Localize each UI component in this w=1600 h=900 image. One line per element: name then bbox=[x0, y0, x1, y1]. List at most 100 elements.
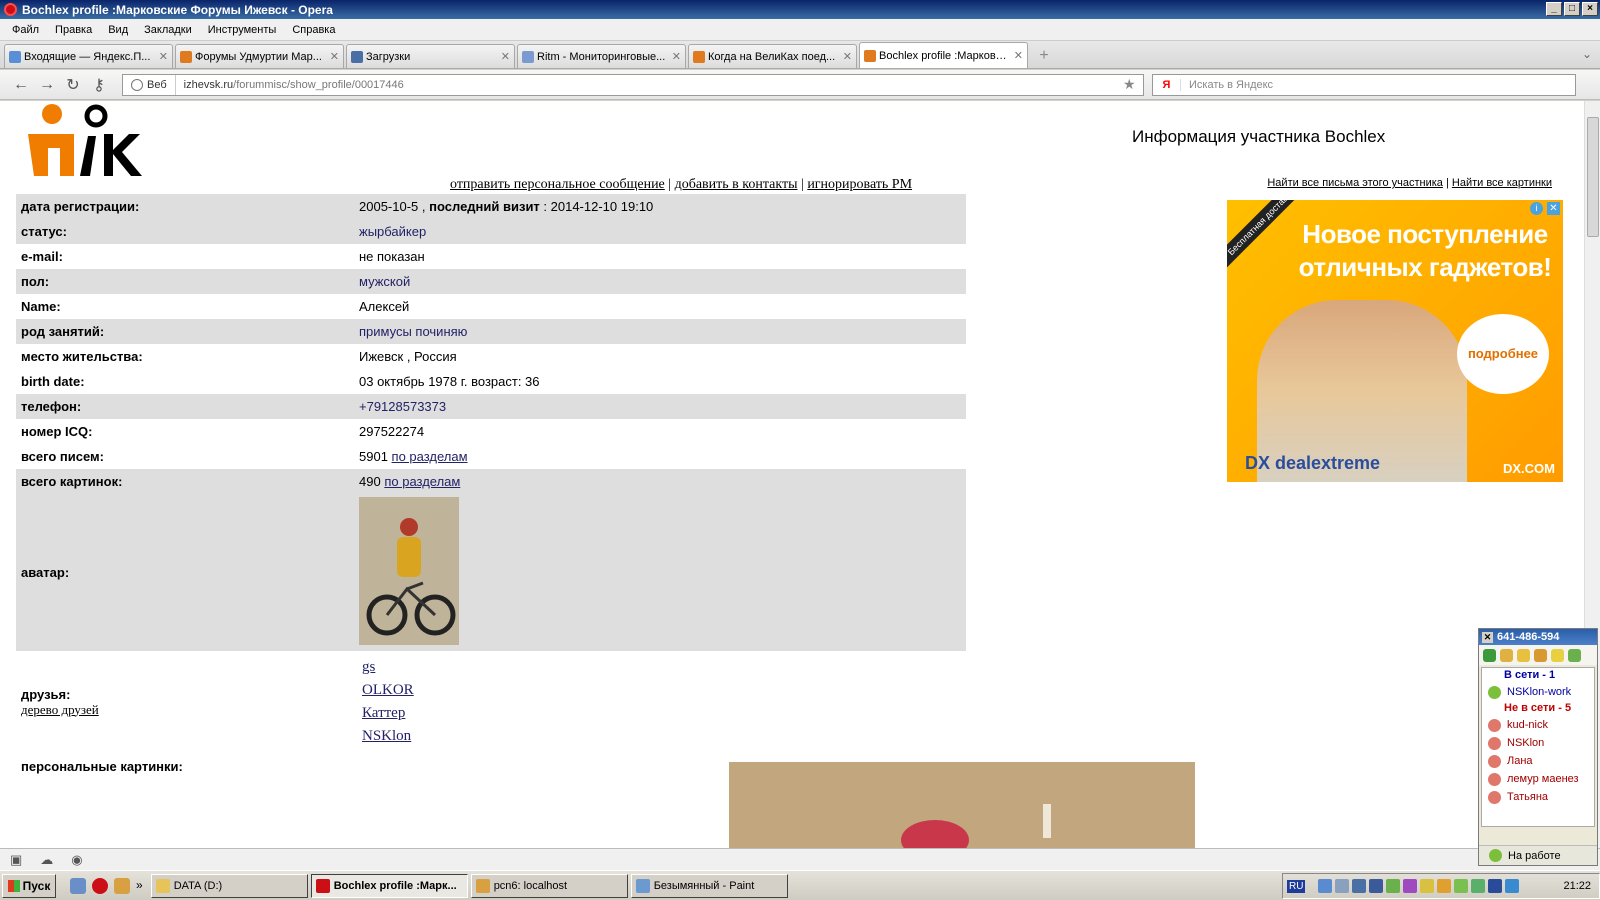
more-chevron-icon[interactable]: » bbox=[136, 878, 143, 894]
personal-photo[interactable] bbox=[729, 762, 1195, 848]
ignore-pm-link[interactable]: игнорировать PM bbox=[807, 177, 912, 192]
maximize-button[interactable]: □ bbox=[1564, 2, 1580, 16]
icq-tray-icon[interactable] bbox=[1386, 879, 1401, 893]
language-indicator[interactable]: RU bbox=[1287, 879, 1306, 893]
find-all-images-link[interactable]: Найти все картинки bbox=[1452, 177, 1552, 189]
list-item[interactable]: NSKlon-work bbox=[1482, 683, 1594, 701]
tab-downloads[interactable]: Загрузки ✕ bbox=[346, 44, 515, 68]
tab-close-icon[interactable]: ✕ bbox=[672, 50, 681, 63]
task-data-drive[interactable]: DATA (D:) bbox=[150, 873, 308, 898]
ad-close-icon[interactable]: ✕ bbox=[1547, 202, 1560, 215]
tray-app-icon[interactable] bbox=[1352, 879, 1367, 893]
icq-status-selector[interactable]: На работе bbox=[1479, 845, 1597, 865]
list-item[interactable]: NSKlon bbox=[1482, 734, 1594, 752]
tray-app-icon[interactable] bbox=[1488, 879, 1503, 893]
tab-close-icon[interactable]: ✕ bbox=[843, 50, 852, 63]
list-item[interactable]: Татьяна bbox=[1482, 788, 1594, 806]
key-icon[interactable]: ⚷ bbox=[86, 75, 112, 95]
icq-search-icon[interactable] bbox=[1500, 648, 1513, 662]
posts-by-section-link[interactable]: по разделам bbox=[392, 449, 468, 464]
friend-link-olkor[interactable]: OLKOR bbox=[362, 679, 961, 702]
task-opera[interactable]: Bochlex profile :Марк... bbox=[310, 873, 468, 898]
tab-ritm[interactable]: Ritm - Мониторинговые... ✕ bbox=[517, 44, 686, 68]
opera-quick-icon[interactable] bbox=[92, 877, 108, 894]
tray-app-icon[interactable] bbox=[1335, 879, 1350, 893]
site-info-label: Веб bbox=[147, 78, 167, 91]
tab-bochlex-profile[interactable]: Bochlex profile :Марковс... ✕ bbox=[859, 42, 1028, 68]
friend-link-gs[interactable]: gs bbox=[362, 656, 961, 679]
bookmark-star-icon[interactable]: ★ bbox=[1123, 76, 1143, 93]
close-window-button[interactable]: × bbox=[1582, 2, 1598, 16]
turbo-icon[interactable]: ◉ bbox=[71, 852, 82, 868]
url-text[interactable]: izhevsk.ru/forummisc/show_profile/000174… bbox=[176, 79, 1123, 91]
new-tab-button[interactable]: + bbox=[1034, 46, 1054, 66]
table-row: место жительства: Ижевск , Россия bbox=[16, 344, 966, 369]
menu-bookmarks[interactable]: Закладки bbox=[136, 24, 200, 36]
yandex-icon[interactable]: Я bbox=[1153, 78, 1181, 91]
pics-label: всего картинок: bbox=[16, 469, 354, 494]
ad-banner[interactable]: Бесплатная доставка Новое поступление от… bbox=[1227, 200, 1563, 482]
list-item[interactable]: лемур маенез bbox=[1482, 770, 1594, 788]
panel-toggle-icon[interactable]: ▣ bbox=[10, 852, 22, 868]
icq-menu-icon[interactable] bbox=[1483, 648, 1496, 662]
tray-app-icon[interactable] bbox=[1403, 879, 1418, 893]
tray-app-icon[interactable] bbox=[1369, 879, 1384, 893]
ad-more-button[interactable]: подробнее bbox=[1457, 314, 1549, 394]
list-item[interactable]: kud-nick bbox=[1482, 716, 1594, 734]
friends-tree-link[interactable]: дерево друзей bbox=[21, 702, 349, 718]
tab-yandex-mail[interactable]: Входящие — Яндекс.П... ✕ bbox=[4, 44, 173, 68]
tab-close-icon[interactable]: ✕ bbox=[1014, 49, 1023, 62]
menu-help[interactable]: Справка bbox=[284, 24, 343, 36]
ad-info-icon[interactable]: i bbox=[1530, 202, 1543, 215]
menu-tools[interactable]: Инструменты bbox=[200, 24, 285, 36]
pics-by-section-link[interactable]: по разделам bbox=[384, 474, 460, 489]
tray-app-icon[interactable] bbox=[1454, 879, 1469, 893]
icq-settings-icon[interactable] bbox=[1568, 648, 1581, 662]
scrollbar-thumb[interactable] bbox=[1587, 117, 1599, 237]
minimize-button[interactable]: _ bbox=[1546, 2, 1562, 16]
send-pm-link[interactable]: отправить персональное сообщение bbox=[450, 177, 665, 192]
list-item[interactable]: Лана bbox=[1482, 752, 1594, 770]
show-desktop-icon[interactable] bbox=[70, 877, 86, 894]
find-links: Найти все письма этого участника | Найти… bbox=[1267, 177, 1552, 189]
network-icon[interactable] bbox=[1318, 879, 1333, 893]
avatar[interactable] bbox=[359, 497, 459, 645]
start-button[interactable]: Пуск bbox=[2, 873, 56, 898]
friend-link-katter[interactable]: Каттер bbox=[362, 702, 961, 725]
ad-brand-logo: DX dealextreme bbox=[1245, 453, 1381, 473]
tab-bikes[interactable]: Когда на ВелиКах поед... ✕ bbox=[688, 44, 857, 68]
search-field[interactable]: Я Искать в Яндекс bbox=[1152, 73, 1576, 96]
shield-icon[interactable] bbox=[114, 877, 130, 894]
site-logo[interactable] bbox=[16, 104, 146, 176]
tray-app-icon[interactable] bbox=[1437, 879, 1452, 893]
tab-menu-chevron-icon[interactable]: ⌄ bbox=[1582, 47, 1592, 61]
icq-h-icon[interactable] bbox=[1551, 648, 1564, 662]
icq-offline-group[interactable]: Не в сети - 5 bbox=[1482, 701, 1594, 716]
task-pcn6[interactable]: pcn6: localhost bbox=[470, 873, 628, 898]
icq-online-group[interactable]: В сети - 1 bbox=[1482, 668, 1594, 683]
address-field[interactable]: Веб izhevsk.ru/forummisc/show_profile/00… bbox=[122, 73, 1144, 96]
tray-app-icon[interactable] bbox=[1471, 879, 1486, 893]
menu-view[interactable]: Вид bbox=[100, 24, 136, 36]
volume-icon[interactable] bbox=[1505, 879, 1520, 893]
menu-edit[interactable]: Правка bbox=[47, 24, 100, 36]
tab-close-icon[interactable]: ✕ bbox=[159, 50, 168, 63]
icq-close-icon[interactable]: ✕ bbox=[1482, 631, 1493, 643]
menu-file[interactable]: Файл bbox=[4, 24, 47, 36]
shield-icon[interactable] bbox=[1420, 879, 1435, 893]
tab-forums-udmurtia[interactable]: Форумы Удмуртии Мар... ✕ bbox=[175, 44, 344, 68]
task-paint[interactable]: Безымянный - Paint bbox=[630, 873, 788, 898]
reload-icon[interactable]: ↻ bbox=[60, 75, 86, 95]
add-contact-link[interactable]: добавить в контакты bbox=[675, 177, 798, 192]
site-info-badge[interactable]: Веб bbox=[123, 74, 176, 95]
find-all-posts-link[interactable]: Найти все письма этого участника bbox=[1267, 177, 1443, 189]
icq-history-icon[interactable] bbox=[1534, 648, 1547, 662]
back-arrow-icon[interactable]: ← bbox=[8, 76, 34, 94]
offline-flower-icon bbox=[1488, 772, 1501, 786]
icq-sound-icon[interactable] bbox=[1517, 648, 1530, 662]
cloud-icon[interactable]: ☁ bbox=[40, 852, 53, 868]
friend-link-nsklon[interactable]: NSKlon bbox=[362, 725, 961, 748]
forward-arrow-icon[interactable]: → bbox=[34, 76, 60, 94]
tab-close-icon[interactable]: ✕ bbox=[330, 50, 339, 63]
tab-close-icon[interactable]: ✕ bbox=[501, 50, 510, 63]
